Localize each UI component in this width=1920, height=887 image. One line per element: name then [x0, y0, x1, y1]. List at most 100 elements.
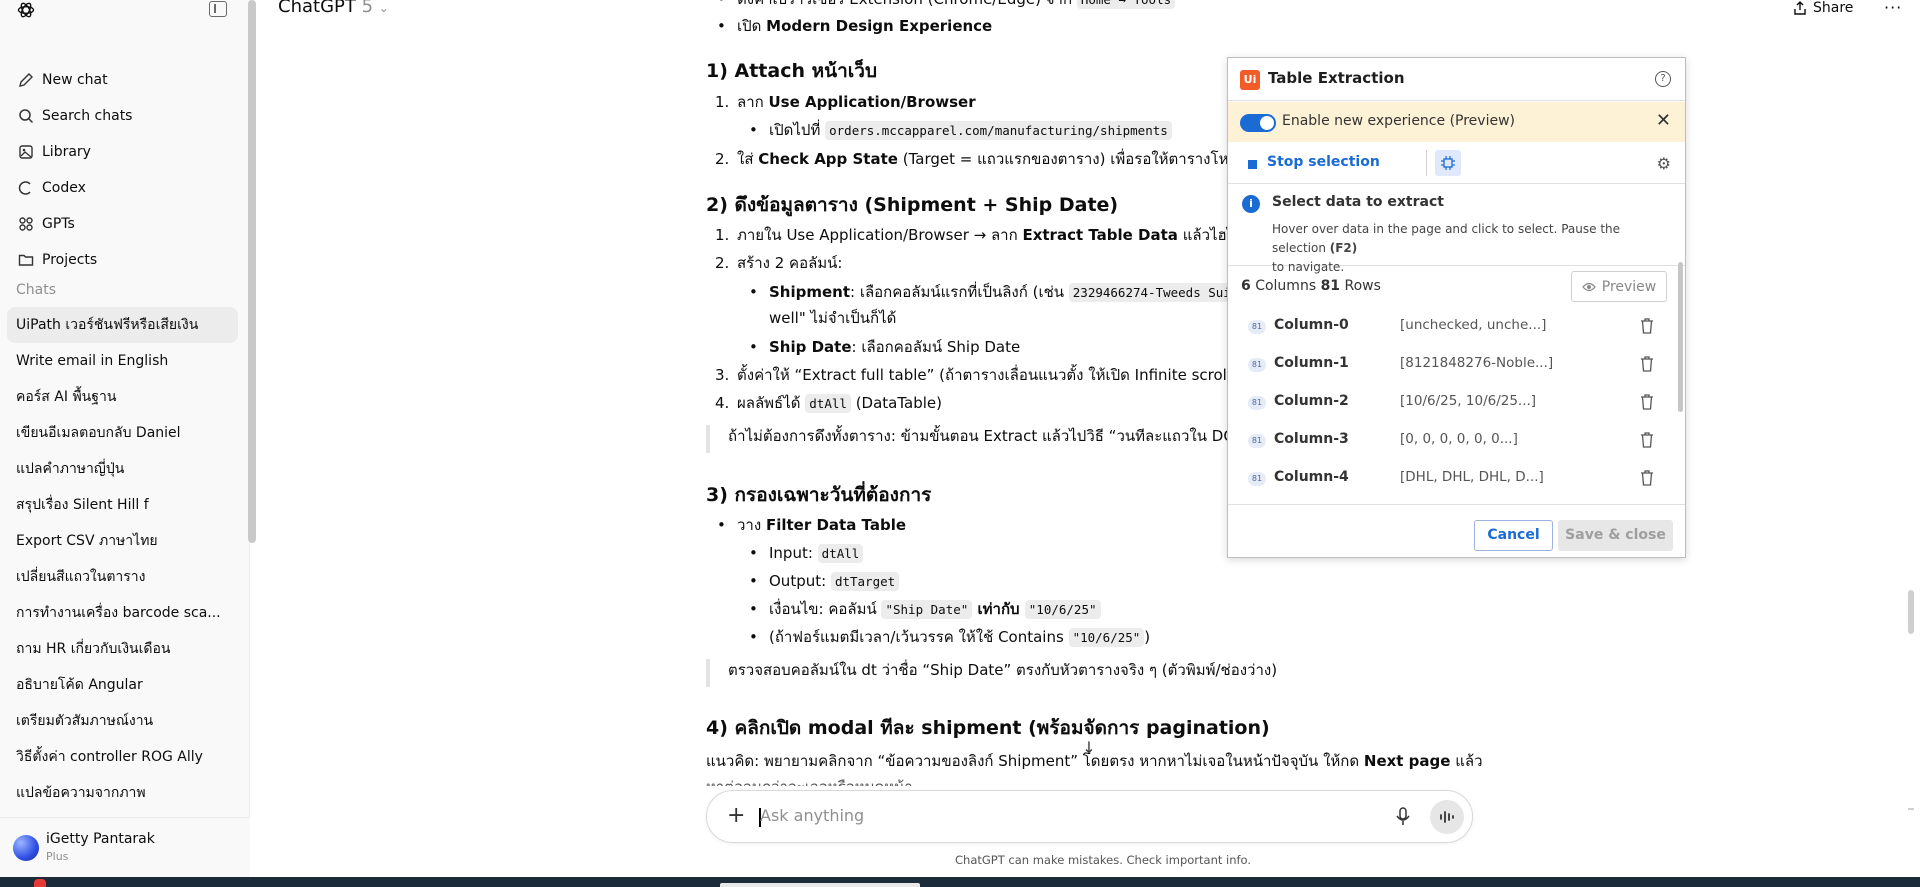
share-icon — [1794, 1, 1806, 15]
chat-item[interactable]: แปลคำภาษาญี่ปุ่น — [7, 451, 238, 487]
projects-button[interactable]: Projects — [0, 242, 249, 278]
message-input[interactable]: Ask anything — [760, 806, 864, 825]
columns-rows-count: 6 Columns 81 Rows — [1241, 278, 1381, 294]
column-name: Column-3 — [1274, 431, 1349, 447]
model-version: 5 — [361, 0, 374, 17]
uipath-logo-icon: Ui — [1240, 70, 1260, 90]
close-icon[interactable]: ✕ — [1656, 110, 1671, 131]
preview-banner: Enable new experience (Preview) ✕ — [1228, 102, 1685, 142]
stop-selection-label: Stop selection — [1267, 154, 1380, 170]
more-options-button[interactable]: ··· — [1884, 0, 1902, 17]
banner-text: Enable new experience (Preview) — [1282, 113, 1515, 129]
codex-button[interactable]: Codex — [0, 170, 249, 206]
preview-button[interactable]: Preview — [1571, 271, 1667, 302]
trash-icon[interactable] — [1640, 432, 1654, 448]
info-block: i Select data to extract Hover over data… — [1228, 184, 1685, 274]
model-name: ChatGPT — [278, 0, 356, 17]
section-heading: 3) กรองเฉพาะวันที่ต้องการ — [706, 484, 932, 506]
inline-code: dtAll — [805, 394, 851, 413]
plus-icon[interactable]: + — [727, 803, 745, 828]
info-title: Select data to extract — [1272, 194, 1444, 210]
chat-item[interactable]: ถาม HR เกี่ยวกับเงินเดือน — [7, 631, 238, 667]
list-item: เปิด Modern Design Experience — [737, 17, 993, 35]
new-chat-button[interactable]: New chat — [0, 62, 249, 98]
trash-icon[interactable] — [1640, 470, 1654, 486]
column-row[interactable]: 81 Column-4 [DHL, DHL, DHL, D...] — [1228, 460, 1676, 498]
scroll-down-arrow-icon[interactable]: ↓ — [1076, 736, 1102, 762]
library-icon — [18, 144, 34, 160]
chip-selection-button[interactable] — [1435, 150, 1461, 176]
user-profile[interactable]: iGetty Pantarak Plus — [0, 817, 250, 877]
gear-icon[interactable]: ⚙ — [1657, 154, 1671, 173]
chat-item[interactable]: อธิบายโค้ด Angular — [7, 667, 238, 703]
help-icon[interactable]: ? — [1655, 71, 1671, 87]
chat-item[interactable]: เตรียมตัวสัมภาษณ์งาน — [7, 703, 238, 739]
column-name: Column-2 — [1274, 393, 1349, 409]
row-count-badge: 81 — [1248, 320, 1266, 334]
row-count-badge: 81 — [1248, 434, 1266, 448]
chat-item[interactable]: Write email in English — [7, 343, 238, 379]
column-row[interactable]: 81 Column-1 [8121848276-Noble...] — [1228, 346, 1676, 384]
sidebar-scrollbar[interactable] — [248, 0, 256, 545]
chat-item[interactable]: วิธีตั้งค่า controller ROG Ally — [7, 739, 238, 775]
chat-item[interactable]: การทำงานเครื่อง barcode sca... — [7, 595, 238, 631]
save-close-button[interactable]: Save & close — [1558, 520, 1673, 551]
avatar — [13, 835, 39, 861]
list-item: 4. ผลลัพธ์ได้ dtAll (DataTable) — [715, 394, 942, 413]
list-item: Shipment: เลือกคอลัมน์แรกที่เป็นลิงก์ (เ… — [769, 281, 1243, 304]
model-selector[interactable]: ChatGPT 5 ⌄ — [278, 0, 389, 17]
cancel-button[interactable]: Cancel — [1474, 520, 1553, 551]
trash-icon[interactable] — [1640, 318, 1654, 334]
eye-icon — [1581, 282, 1596, 291]
user-plan: Plus — [46, 850, 69, 863]
sidebar-toggle-icon[interactable] — [209, 1, 227, 17]
chip-icon — [1441, 156, 1455, 170]
column-row[interactable]: 81 Column-0 [unchecked, unche...] — [1228, 308, 1676, 346]
divider — [1426, 150, 1427, 176]
scrollbar-thumb[interactable] — [248, 0, 256, 543]
share-label: Share — [1813, 0, 1854, 16]
chat-item[interactable]: UiPath เวอร์ชันฟรีหรือเสียเงิน — [7, 307, 238, 343]
column-sample: [8121848276-Noble...] — [1400, 355, 1554, 371]
info-icon: i — [1242, 195, 1260, 213]
nav-label: Codex — [42, 180, 86, 196]
main-scrollbar[interactable] — [1908, 590, 1914, 634]
list-item: เงื่อนไข: คอลัมน์ "Ship Date" เท่ากับ "1… — [769, 598, 1101, 621]
chat-item[interactable]: คอร์ส AI พื้นฐาน — [7, 379, 238, 415]
dialog-scrollbar[interactable] — [1678, 262, 1683, 412]
chat-item[interactable]: เปลี่ยนสีแถวในตาราง — [7, 559, 238, 595]
sidebar: New chat Search chats Library Codex GPTs… — [0, 0, 256, 877]
column-row[interactable]: 81 Column-3 [0, 0, 0, 0, 0, 0...] — [1228, 422, 1676, 460]
voice-mode-button[interactable] — [1430, 800, 1464, 834]
inline-code: 2329466274-Tweeds Suit — [1068, 283, 1243, 302]
search-chats-button[interactable]: Search chats — [0, 98, 249, 134]
microphone-icon[interactable] — [1395, 805, 1411, 829]
trash-icon[interactable] — [1640, 356, 1654, 372]
trash-icon[interactable] — [1640, 394, 1654, 410]
chat-item[interactable]: Export CSV ภาษาไทย — [7, 523, 238, 559]
list-item: Output: dtTarget — [769, 570, 900, 593]
taskbar-app-icon[interactable] — [34, 879, 46, 887]
chat-item[interactable]: เขียนอีเมลตอบกลับ Daniel — [7, 415, 238, 451]
table-extraction-dialog: Ui Table Extraction ? Enable new experie… — [1227, 57, 1686, 558]
column-row[interactable]: 81 Column-2 [10/6/25, 10/6/25...] — [1228, 384, 1676, 422]
enable-new-experience-toggle[interactable] — [1240, 114, 1276, 132]
chevron-down-icon: ⌄ — [378, 1, 389, 15]
section-heading: 2) ดึงข้อมูลตาราง (Shipment + Ship Date) — [706, 194, 1119, 216]
library-button[interactable]: Library — [0, 134, 249, 170]
chat-item[interactable]: แปลข้อความจากภาพ — [7, 775, 238, 811]
message-composer: + Ask anything — [706, 790, 1473, 843]
share-button[interactable]: Share — [1793, 0, 1853, 16]
inline-code: Home → Tools — [1076, 0, 1176, 9]
disclaimer: ChatGPT can make mistakes. Check importa… — [955, 853, 1252, 867]
openai-logo-icon[interactable] — [16, 0, 36, 20]
row-count-badge: 81 — [1248, 396, 1266, 410]
gpts-button[interactable]: GPTs — [0, 206, 249, 242]
chat-item[interactable]: สรุปเรื่อง Silent Hill f — [7, 487, 238, 523]
list-item: Input: dtAll — [769, 542, 864, 565]
inline-code: orders.mccapparel.com/manufacturing/ship… — [825, 121, 1172, 140]
nav-label: New chat — [42, 72, 108, 88]
column-name: Column-0 — [1274, 317, 1349, 333]
column-sample: [unchecked, unche...] — [1400, 317, 1547, 333]
chats-section-label: Chats — [16, 282, 57, 298]
